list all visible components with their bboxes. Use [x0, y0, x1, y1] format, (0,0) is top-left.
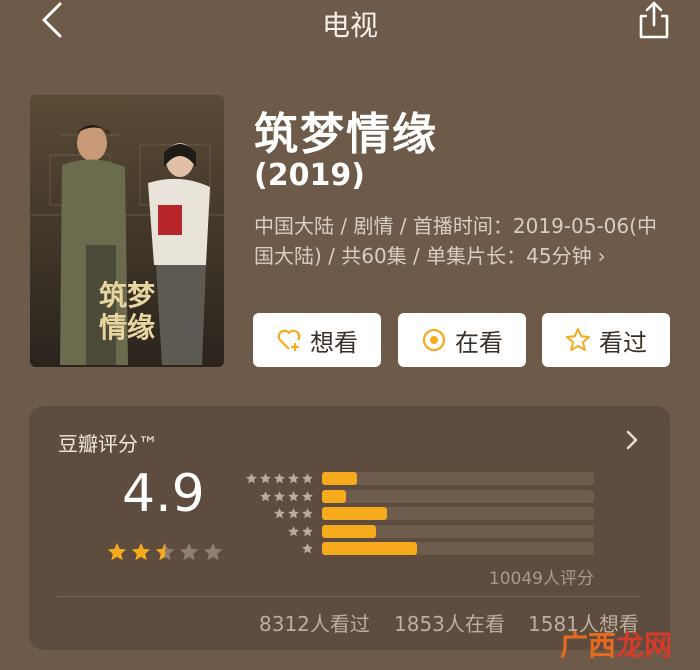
rating-bar-track [322, 507, 594, 520]
rating-count: 10049人评分 [488, 569, 594, 589]
rating-bar-fill [322, 472, 357, 485]
target-circle-icon [422, 328, 446, 352]
star-icon [260, 490, 271, 501]
rating-bar-track [322, 524, 594, 538]
star-icon [302, 543, 313, 554]
watching-button[interactable]: 在看 [398, 313, 526, 367]
watched-label: 看过 [599, 328, 647, 357]
watched-count: 8312人看过 [259, 612, 370, 636]
want-to-watch-button[interactable]: 想看 [253, 313, 381, 367]
meta-line-2: 国大陆) / 共60集 / 单集片长：45分钟 [254, 244, 592, 268]
star-icon [302, 473, 313, 484]
share-button[interactable] [634, 0, 674, 40]
show-title: 筑梦情缘 [254, 109, 438, 160]
watched-button[interactable]: 看过 [542, 313, 670, 367]
watching-label: 在看 [455, 328, 503, 357]
want-to-watch-label: 想看 [310, 328, 358, 357]
star-icon [274, 473, 285, 484]
rating-row-3-stars [244, 507, 314, 520]
rating-bar-fill [322, 524, 376, 538]
poster-title-2: 情缘 [99, 311, 155, 344]
star-icon [274, 490, 285, 501]
watching-count: 1853人在看 [394, 612, 505, 636]
chevron-right-icon[interactable] [622, 426, 642, 454]
star-icon [288, 525, 299, 536]
rating-score: 4.9 [122, 464, 205, 524]
page-title: 电视 [321, 9, 378, 42]
rating-bar-track [322, 472, 594, 485]
show-meta[interactable]: 中国大陆 / 剧情 / 首播时间：2019-05-06(中 国大陆) / 共60… [254, 211, 684, 271]
star-icon [246, 473, 257, 484]
chevron-right-icon: › [597, 244, 606, 268]
star-icon [288, 490, 299, 501]
poster-artwork: 筑梦 情缘 [30, 95, 224, 367]
star-icon [302, 525, 313, 536]
poster-image[interactable]: 筑梦 情缘 [30, 95, 224, 367]
rating-row-4-stars [244, 490, 314, 503]
divider [57, 596, 641, 597]
star-empty-icon [203, 542, 223, 561]
rating-row-5-stars [244, 472, 314, 485]
star-icon [302, 490, 313, 501]
star-empty-icon [179, 542, 199, 561]
star-full-icon [131, 542, 151, 561]
star-full-icon [107, 542, 127, 561]
rating-bar-fill [322, 489, 346, 503]
meta-line-1: 中国大陆 / 剧情 / 首播时间：2019-05-06(中 [254, 214, 657, 238]
rating-bar-track [322, 542, 594, 555]
share-icon [639, 1, 669, 39]
star-rating [106, 541, 224, 563]
star-icon [302, 508, 313, 519]
rating-row-1-stars [244, 542, 314, 555]
rating-bar-track [322, 489, 594, 503]
heart-plus-icon [277, 329, 301, 351]
watermark-logo: 广西龙网 [560, 629, 673, 662]
star-outline-icon [566, 328, 590, 351]
rating-card-title: 豆瓣评分™ [58, 432, 158, 456]
rating-bar-fill [322, 542, 417, 555]
show-year: (2019) [254, 158, 365, 193]
star-icon [260, 473, 271, 484]
star-icon [288, 508, 299, 519]
star-half-icon [155, 542, 175, 561]
star-icon [274, 508, 285, 519]
poster-title-1: 筑梦 [99, 279, 156, 312]
rating-row-2-stars [244, 525, 314, 538]
rating-bar-fill [322, 507, 387, 520]
star-icon [288, 473, 299, 484]
